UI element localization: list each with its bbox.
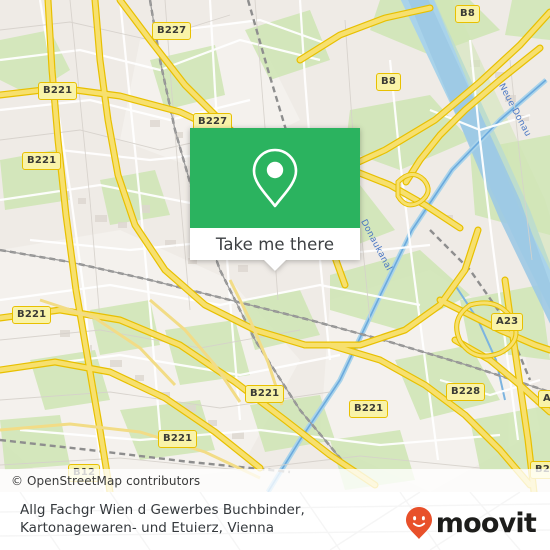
map-canvas[interactable]: B227 B8 B8 B221 B227 B221 B221 A23 B221 …	[0, 0, 550, 492]
road-shield: B221	[245, 385, 285, 403]
road-shield: B8	[455, 5, 480, 23]
take-me-there-button[interactable]: Take me there	[190, 228, 360, 271]
road-shield: B227	[152, 22, 192, 40]
footer-bar: Allg Fachgr Wien d Gewerbes Buchbinder, …	[0, 492, 550, 550]
moovit-brand: moovit	[405, 506, 537, 540]
moovit-smiley-pin-icon	[405, 507, 432, 539]
place-title: Allg Fachgr Wien d Gewerbes Buchbinder, …	[20, 502, 305, 536]
location-callout-card[interactable]: Take me there	[190, 128, 360, 271]
callout-tail	[264, 260, 286, 271]
road-shield: B221	[349, 400, 389, 418]
road-shield: B221	[12, 306, 52, 324]
road-shield: B221	[158, 430, 198, 448]
road-shield: B8	[376, 73, 401, 91]
road-shield: B221	[22, 152, 62, 170]
osm-attribution-text: © OpenStreetMap contributors	[11, 473, 201, 488]
take-me-there-label: Take me there	[215, 234, 335, 254]
location-pin-icon	[252, 148, 298, 208]
road-shield: B228	[446, 383, 486, 401]
moovit-wordmark: moovit	[435, 507, 537, 539]
road-shield: B221	[38, 82, 78, 100]
osm-attribution-bar: © OpenStreetMap contributors	[0, 469, 550, 492]
callout-pin-area	[190, 128, 360, 228]
road-shield: A23	[491, 313, 524, 331]
moovit-map-share-card: B227 B8 B8 B221 B227 B221 B221 A23 B221 …	[0, 0, 550, 550]
road-shield: A4	[538, 390, 550, 408]
